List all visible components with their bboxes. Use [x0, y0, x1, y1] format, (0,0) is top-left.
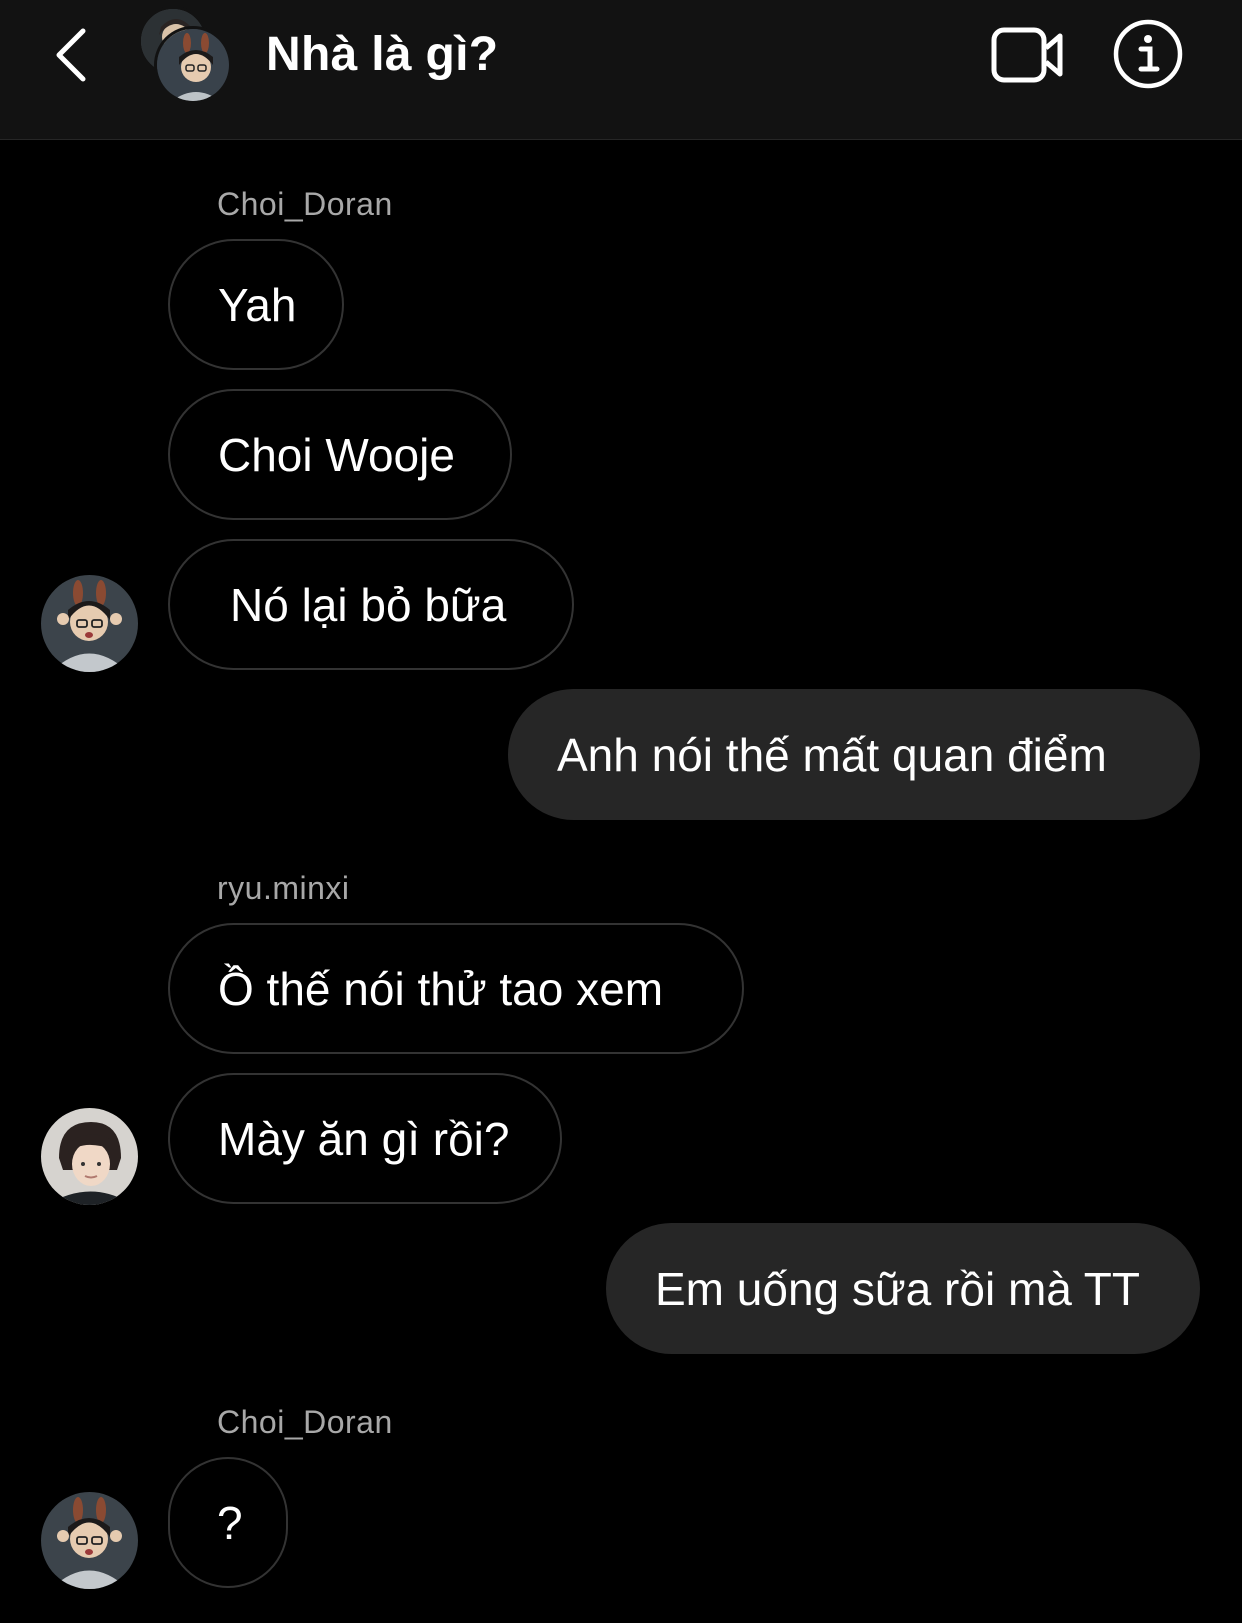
message-text: Mày ăn gì rồi?	[218, 1112, 510, 1165]
chat-header: Nhà là gì?	[0, 0, 1242, 140]
message-bubble-outgoing[interactable]: Em uống sữa rồi mà TT	[606, 1223, 1200, 1354]
message-bubble-outgoing[interactable]: Anh nói thế mất quan điểm	[508, 689, 1200, 820]
avatar[interactable]	[41, 1108, 138, 1205]
message-text: ?	[217, 1496, 243, 1549]
avatar[interactable]	[41, 1492, 138, 1589]
back-button[interactable]	[40, 20, 100, 90]
group-avatar-primary	[154, 26, 232, 104]
message-bubble-incoming[interactable]: Choi Wooje	[168, 389, 512, 520]
message-bubble-incoming[interactable]: ?	[168, 1457, 288, 1588]
message-text: Choi Wooje	[218, 428, 455, 481]
message-text: Nó lại bỏ bữa	[230, 578, 507, 631]
group-avatar[interactable]	[136, 6, 236, 104]
message-bubble-incoming[interactable]: Nó lại bỏ bữa	[168, 539, 574, 670]
sender-name: Choi_Doran	[217, 1404, 393, 1440]
message-text: Anh nói thế mất quan điểm	[557, 728, 1107, 781]
video-call-button[interactable]	[990, 24, 1066, 86]
message-bubble-incoming[interactable]: Ồ thế nói thử tao xem	[168, 923, 744, 1054]
sender-name: Choi_Doran	[217, 186, 393, 222]
chat-title[interactable]: Nhà là gì?	[266, 27, 498, 82]
sender-name: ryu.minxi	[217, 870, 350, 906]
message-text: Yah	[218, 278, 297, 331]
message-text: Ồ thế nói thử tao xem	[218, 962, 664, 1015]
chevron-left-icon	[56, 28, 86, 82]
message-bubble-incoming[interactable]: Mày ăn gì rồi?	[168, 1073, 562, 1204]
info-icon	[1113, 19, 1183, 89]
info-button[interactable]	[1112, 18, 1184, 90]
video-camera-icon	[991, 27, 1063, 83]
message-bubble-incoming[interactable]: Yah	[168, 239, 344, 370]
avatar[interactable]	[41, 575, 138, 672]
message-text: Em uống sữa rồi mà TT	[655, 1262, 1140, 1315]
